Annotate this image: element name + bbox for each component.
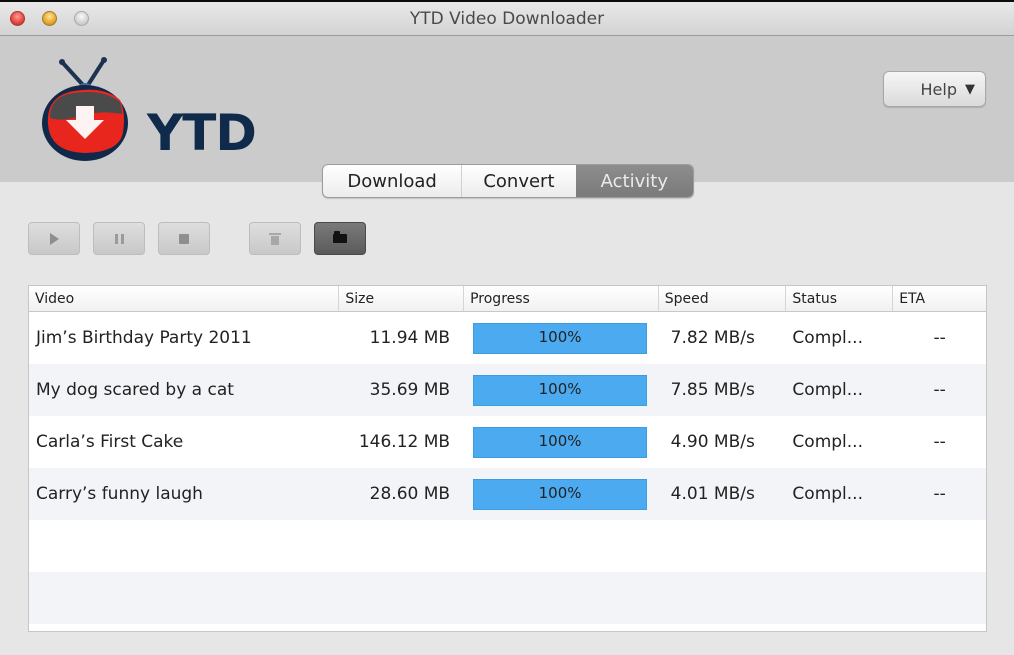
speed-cell: 4.90 MB/s [670, 432, 755, 452]
progress-label: 100% [538, 431, 582, 450]
status-cell: Compl... [792, 328, 863, 348]
status-cell: Compl... [792, 380, 863, 400]
progress-bar: 100% [473, 374, 648, 406]
column-header-status[interactable]: Status [786, 286, 894, 311]
table-row[interactable]: Jim’s Birthday Party 2011 11.94 MB 100% 7.8… [29, 312, 986, 364]
title-bar: YTD Video Downloader [0, 0, 1014, 36]
app-window: YTD Video Downloader YTD Help ▼ Download… [0, 0, 1014, 655]
column-header-video[interactable]: Video [29, 286, 340, 311]
open-folder-button[interactable] [314, 222, 366, 255]
video-name-cell: Carla’s First Cake [36, 432, 184, 452]
eta-cell: -- [933, 328, 946, 348]
table-header: Video Size Progress Speed Status ETA [29, 286, 986, 312]
empty-table-row [29, 520, 986, 572]
video-name-cell: Carry’s funny laugh [36, 484, 203, 504]
progress-label: 100% [538, 327, 582, 346]
table-row[interactable]: My dog scared by a cat 35.69 MB 100% 7.85 M… [29, 364, 986, 416]
pause-button[interactable] [93, 222, 145, 255]
progress-label: 100% [538, 483, 582, 502]
tab-activity[interactable]: Activity [575, 165, 693, 197]
progress-bar: 100% [473, 426, 648, 458]
column-header-eta[interactable]: ETA [893, 286, 986, 311]
tab-download[interactable]: Download [323, 165, 463, 197]
stop-button[interactable] [158, 222, 210, 255]
help-label: Help [920, 79, 957, 99]
window-title: YTD Video Downloader [409, 9, 605, 29]
status-cell: Compl... [792, 432, 863, 452]
progress-cell: 100% [464, 468, 659, 520]
progress-bar: 100% [473, 322, 648, 354]
app-header: YTD Help ▼ [0, 36, 1014, 182]
delete-button[interactable] [249, 222, 301, 255]
tab-convert[interactable]: Convert [462, 165, 575, 197]
eta-cell: -- [933, 432, 946, 452]
column-header-size[interactable]: Size [339, 286, 465, 311]
speed-cell: 7.82 MB/s [670, 328, 755, 348]
progress-bar: 100% [473, 478, 648, 510]
ytd-logo: YTD [40, 52, 257, 162]
column-header-progress[interactable]: Progress [464, 286, 659, 311]
progress-cell: 100% [464, 364, 659, 416]
speed-cell: 7.85 MB/s [670, 380, 755, 400]
size-cell: 11.94 MB [369, 328, 451, 348]
table-body: Jim’s Birthday Party 2011 11.94 MB 100% 7.8… [29, 312, 986, 624]
eta-cell: -- [933, 380, 946, 400]
speed-cell: 4.01 MB/s [670, 484, 755, 504]
size-cell: 146.12 MB [358, 432, 451, 452]
play-button[interactable] [28, 222, 80, 255]
eta-cell: -- [933, 484, 946, 504]
table-row[interactable]: Carry’s funny laugh 28.60 MB 100% 4.01 MB/s… [29, 468, 986, 520]
size-cell: 35.69 MB [369, 380, 451, 400]
empty-table-row [29, 572, 986, 624]
video-name-cell: Jim’s Birthday Party 2011 [36, 328, 252, 348]
logo-text: YTD [147, 104, 257, 162]
pause-icon [114, 233, 124, 244]
progress-label: 100% [538, 379, 582, 398]
folder-icon [333, 231, 347, 243]
video-name-cell: My dog scared by a cat [36, 380, 234, 400]
trash-icon [269, 232, 281, 245]
help-menu-button[interactable]: Help ▼ [883, 71, 986, 107]
activity-table: Video Size Progress Speed Status ETA Jim… [28, 285, 987, 632]
progress-cell: 100% [464, 312, 659, 364]
caret-down-icon: ▼ [965, 81, 975, 97]
size-cell: 28.60 MB [369, 484, 451, 504]
progress-cell: 100% [464, 416, 659, 468]
status-cell: Compl... [792, 484, 863, 504]
play-icon [49, 232, 59, 245]
stop-icon [179, 233, 189, 244]
table-row[interactable]: Carla’s First Cake 146.12 MB 100% 4.90 MB/s… [29, 416, 986, 468]
column-header-speed[interactable]: Speed [659, 286, 787, 311]
main-tabs: Download Convert Activity [322, 164, 694, 198]
tv-download-icon [42, 57, 128, 161]
